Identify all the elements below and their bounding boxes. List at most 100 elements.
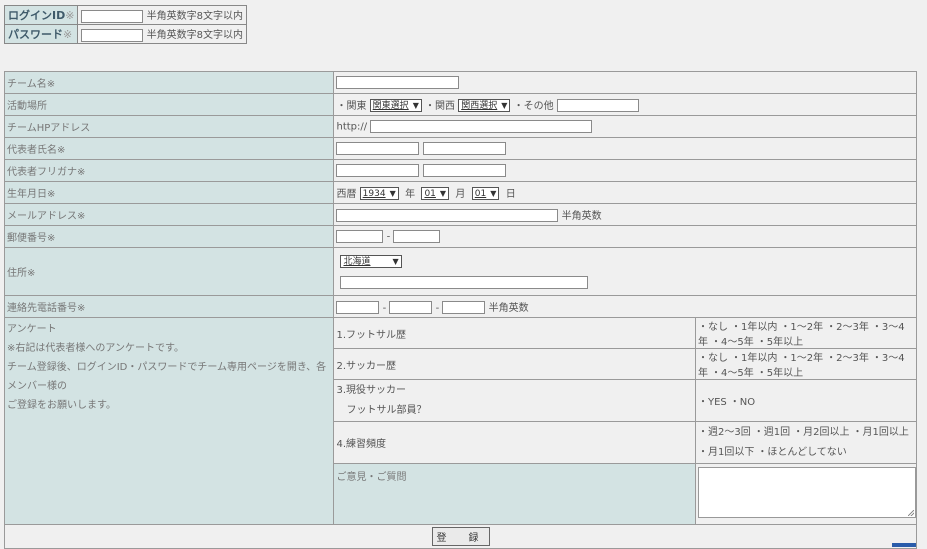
option-radio[interactable]: 4〜5年 [711, 368, 754, 379]
team-name-cell [333, 71, 917, 94]
option-radio[interactable]: 5年以上 [757, 337, 803, 348]
rep-name-label: 代表者氏名※ [3, 137, 335, 160]
required-mark: ※ [63, 28, 73, 41]
day-select[interactable]: 01 ▼ [471, 187, 500, 201]
year-unit: 年 [405, 188, 416, 200]
hp-cell: http:// [333, 115, 917, 138]
q2-options: なし1年以内1〜2年2〜3年3〜4年4〜5年5年以上 [695, 348, 917, 380]
q3-options: YESNO [695, 379, 917, 422]
login-id-value-cell: 半角英数字8文字以内 [77, 5, 248, 25]
area-cell: ・関東 関東選択 ▼ ・関西 関西選択 ▼ ・その他 [333, 93, 917, 116]
pref-select[interactable]: 北海道 ▼ [340, 254, 402, 268]
option-radio[interactable]: なし [698, 353, 728, 364]
postal-second-input[interactable] [393, 230, 441, 243]
survey-note-1: ※右記は代表者様へのアンケートです。 [7, 343, 184, 354]
q4-label: 4.練習頻度 [333, 421, 696, 464]
login-id-input[interactable] [81, 9, 144, 23]
postal-first-input[interactable] [336, 230, 384, 243]
email-cell: 半角英数 [333, 203, 917, 226]
kanto-select[interactable]: 関東選択 ▼ [369, 99, 422, 113]
year-select[interactable]: 1934 ▼ [359, 187, 399, 201]
option-radio[interactable]: 週2〜3回 [698, 427, 751, 438]
option-radio[interactable]: 月1回以下 [698, 447, 754, 458]
chevron-down-icon: ▼ [392, 256, 399, 266]
area-other-input[interactable] [556, 99, 639, 113]
submit-button[interactable]: 登 録 [431, 527, 490, 546]
rep-kana-label: 代表者フリガナ※ [3, 159, 335, 182]
option-radio[interactable]: 5年以上 [757, 368, 803, 379]
option-radio[interactable]: 1年以内 [731, 322, 777, 333]
phone-cell: - - 半角英数 [333, 295, 917, 318]
survey-note-3: ご登録をお願いします。 [7, 400, 116, 411]
area-kansai-label: ・関西 [425, 100, 456, 112]
chevron-down-icon: ▼ [389, 189, 396, 199]
option-radio[interactable]: 月2回以上 [793, 427, 849, 438]
postal-label: 郵便番号※ [3, 225, 335, 248]
email-hint: 半角英数 [561, 210, 602, 222]
option-radio[interactable]: NO [730, 397, 755, 408]
option-radio[interactable]: 4〜5年 [711, 337, 754, 348]
login-id-label-cell: ログインID※ [3, 5, 79, 25]
kansai-select[interactable]: 関西選択 ▼ [458, 99, 511, 113]
month-select[interactable]: 01 ▼ [421, 187, 450, 201]
area-label: 活動場所 [3, 93, 335, 116]
day-unit: 日 [505, 188, 516, 200]
option-radio[interactable]: YES [698, 397, 727, 408]
address-label: 住所※ [3, 247, 335, 296]
phone-hint: 半角英数 [488, 302, 529, 314]
password-value-cell: 半角英数字8文字以内 [77, 24, 248, 44]
address-input[interactable] [340, 275, 589, 289]
chevron-down-icon: ▼ [501, 101, 508, 111]
option-radio[interactable]: なし [698, 322, 728, 333]
chevron-down-icon: ▼ [412, 101, 419, 111]
option-radio[interactable]: 週1回 [754, 427, 790, 438]
era-label: 西暦 [336, 188, 357, 200]
chevron-down-icon: ▼ [439, 189, 447, 199]
phone-dash: - [382, 302, 387, 314]
rep-name-cell [333, 137, 917, 160]
q2-label: 2.サッカー歴 [333, 348, 696, 380]
phone-2-input[interactable] [389, 301, 433, 315]
address-cell: 北海道 ▼ [333, 247, 917, 296]
required-mark: ※ [65, 9, 75, 22]
password-label: パスワード [8, 28, 63, 41]
rep-last-kana-input[interactable] [336, 164, 420, 177]
option-radio[interactable]: 1年以内 [731, 353, 777, 364]
email-label: メールアドレス※ [3, 203, 335, 226]
q4-options: 週2〜3回週1回月2回以上月1回以上 月1回以下ほとんどしてない [695, 421, 917, 464]
email-input[interactable] [336, 209, 559, 223]
phone-1-input[interactable] [336, 301, 380, 315]
team-name-input[interactable] [336, 76, 460, 89]
postal-cell: - [333, 225, 917, 248]
option-radio[interactable]: 2〜3年 [826, 322, 869, 333]
resize-grip-icon[interactable] [908, 510, 914, 516]
q1-label: 1.フットサル歴 [333, 317, 696, 349]
hp-label: チームHPアドレス [3, 115, 335, 138]
login-id-label: ログインID [8, 9, 66, 22]
password-hint: 半角英数字8文字以内 [146, 30, 244, 42]
survey-title: アンケート [7, 324, 57, 335]
scroll-corner [892, 543, 916, 547]
area-kanto-label: ・関東 [336, 100, 367, 112]
login-table: ログインID※ 半角英数字8文字以内 パスワード※ 半角英数字8文字以内 [3, 5, 248, 44]
option-radio[interactable]: 1〜2年 [780, 353, 823, 364]
login-id-hint: 半角英数字8文字以内 [146, 11, 244, 23]
q3-label: 3.現役サッカー フットサル部員？ [333, 379, 696, 422]
q1-options: なし1年以内1〜2年2〜3年3〜4年4〜5年5年以上 [695, 317, 917, 349]
option-radio[interactable]: 1〜2年 [780, 322, 823, 333]
option-radio[interactable]: 2〜3年 [826, 353, 869, 364]
password-input[interactable] [81, 28, 144, 42]
survey-label: アンケート ※右記は代表者様へのアンケートです。 チーム登録後、ログインID・パ… [3, 317, 335, 525]
phone-label: 連絡先電話番号※ [3, 295, 335, 318]
rep-last-name-input[interactable] [336, 142, 420, 155]
comment-label: ご意見・ご質問 [333, 463, 696, 525]
option-radio[interactable]: 月1回以上 [852, 427, 908, 438]
comment-textarea[interactable] [698, 467, 916, 518]
phone-3-input[interactable] [442, 301, 486, 315]
hp-input[interactable] [370, 120, 593, 133]
postal-dash: - [386, 231, 391, 243]
rep-first-kana-input[interactable] [422, 164, 506, 177]
month-unit: 月 [455, 188, 466, 200]
rep-first-name-input[interactable] [422, 142, 506, 155]
option-radio[interactable]: ほとんどしてない [757, 447, 846, 458]
